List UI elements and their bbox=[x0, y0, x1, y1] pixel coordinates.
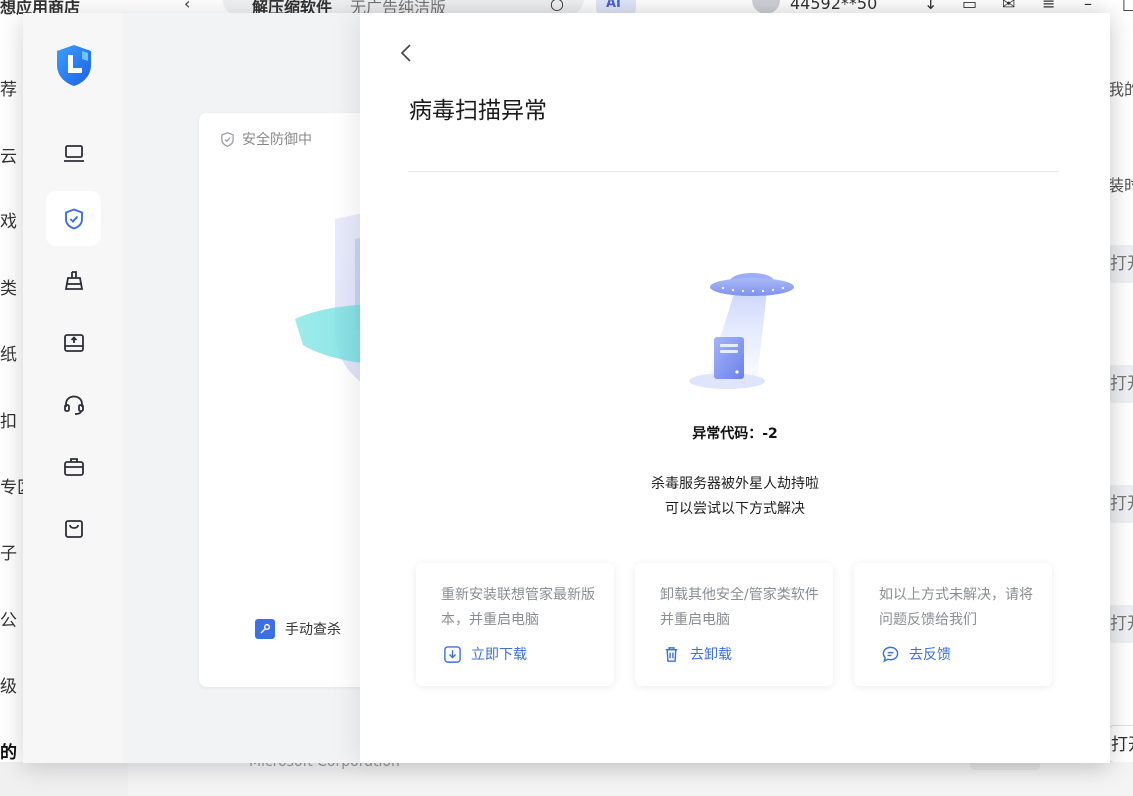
nav-item[interactable]: 公 bbox=[0, 606, 17, 631]
error-code: 异常代码：-2 bbox=[692, 426, 778, 442]
open-button[interactable]: 打开 bbox=[1108, 725, 1133, 763]
trash-icon bbox=[665, 646, 678, 662]
solution-description: 重新安装联想管家最新版本，并重启电脑 bbox=[441, 587, 595, 628]
chevron-left-icon bbox=[400, 44, 411, 62]
sidebar-item-security[interactable] bbox=[46, 191, 101, 246]
download-now-link[interactable]: 立即下载 bbox=[443, 644, 527, 664]
feedback-link[interactable]: 去反馈 bbox=[881, 644, 951, 664]
protection-status: 安全防御中 bbox=[219, 129, 312, 149]
security-sidebar bbox=[23, 13, 123, 763]
nav-item[interactable]: 荐 bbox=[0, 75, 17, 100]
sidebar-item-store[interactable] bbox=[46, 501, 101, 556]
sidebar-item-support[interactable] bbox=[46, 377, 101, 432]
uninstall-link[interactable]: 去卸载 bbox=[662, 644, 732, 664]
lenovo-security-logo bbox=[57, 45, 91, 86]
scan-error-panel: 病毒扫描异常 异常代码：-2 杀毒服务器被外星人劫持啦 可以尝试以下方式解决 重… bbox=[360, 13, 1110, 763]
minimize-icon[interactable]: – bbox=[1084, 0, 1092, 13]
drive-upload-icon bbox=[63, 333, 84, 352]
back-button[interactable] bbox=[396, 41, 416, 65]
solution-card-feedback: 如以上方式未解决，请将问题反馈给我们 去反馈 bbox=[854, 563, 1052, 686]
nav-item[interactable]: 子 bbox=[0, 539, 17, 564]
nav-item[interactable]: 纸 bbox=[0, 340, 17, 365]
nav-item[interactable]: 云 bbox=[0, 142, 17, 167]
shield-check-icon bbox=[64, 207, 83, 230]
sidebar-item-computer[interactable] bbox=[46, 126, 101, 181]
laptop-icon bbox=[63, 144, 84, 162]
avatar[interactable] bbox=[752, 0, 780, 14]
open-button[interactable]: 打开 bbox=[1108, 485, 1133, 523]
protection-status-label: 安全防御中 bbox=[242, 132, 312, 148]
headset-icon bbox=[63, 395, 84, 415]
manual-scan-button[interactable]: 手动查杀 bbox=[255, 619, 341, 639]
chat-icon bbox=[882, 646, 899, 663]
bottom-strip bbox=[0, 762, 1133, 796]
app-store-right-column: 我的 装时 打开 打开 打开 打开 打开 bbox=[1108, 60, 1133, 763]
bag-icon bbox=[64, 519, 83, 538]
nav-item-active[interactable]: 的 bbox=[0, 738, 17, 763]
feedback-label: 去反馈 bbox=[909, 647, 951, 663]
open-button[interactable]: 打开 bbox=[1108, 605, 1133, 643]
back-icon[interactable]: ‹ bbox=[184, 0, 190, 13]
nav-item[interactable]: 级 bbox=[0, 672, 17, 697]
shield-check-icon bbox=[221, 131, 234, 147]
open-button[interactable]: 打开 bbox=[1108, 245, 1133, 283]
menu-icon[interactable]: ≡ bbox=[1042, 0, 1055, 13]
username[interactable]: 44592**50 bbox=[790, 0, 877, 13]
uninstall-label: 去卸载 bbox=[690, 647, 732, 663]
wrench-icon bbox=[255, 619, 275, 639]
mail-icon[interactable]: ✉ bbox=[1002, 0, 1015, 13]
solution-card-reinstall: 重新安装联想管家最新版本，并重启电脑 立即下载 bbox=[416, 563, 614, 686]
error-message: 杀毒服务器被外星人劫持啦 bbox=[651, 476, 819, 492]
nav-item[interactable]: 戏 bbox=[0, 207, 17, 232]
document-icon[interactable]: ▭ bbox=[962, 0, 977, 13]
divider bbox=[408, 171, 1059, 172]
page-title: 病毒扫描异常 bbox=[409, 98, 547, 124]
download-icon[interactable]: ↓ bbox=[924, 0, 937, 13]
solution-card-uninstall: 卸载其他安全/管家类软件并重启电脑 去卸载 bbox=[635, 563, 833, 686]
toolbox-icon bbox=[63, 457, 84, 476]
install-time-label: 装时 bbox=[1108, 176, 1133, 195]
download-icon bbox=[444, 645, 461, 663]
error-hint: 可以尝试以下方式解决 bbox=[665, 501, 805, 517]
nav-item[interactable]: 类 bbox=[0, 274, 17, 299]
bottom-left-panel bbox=[0, 762, 128, 796]
search-icon[interactable]: ○ bbox=[550, 0, 564, 13]
sidebar-item-drivers[interactable] bbox=[46, 315, 101, 370]
ufo-server-illustration bbox=[689, 273, 794, 389]
solution-description: 如以上方式未解决，请将问题反馈给我们 bbox=[879, 587, 1033, 628]
solution-description: 卸载其他安全/管家类软件并重启电脑 bbox=[660, 587, 819, 628]
bottom-button[interactable] bbox=[970, 762, 1040, 770]
manual-scan-label: 手动查杀 bbox=[285, 622, 341, 638]
ai-badge-label: AI bbox=[606, 0, 621, 11]
open-button[interactable]: 打开 bbox=[1108, 365, 1133, 403]
download-now-label: 立即下载 bbox=[471, 647, 527, 663]
sidebar-item-toolbox[interactable] bbox=[46, 439, 101, 494]
broom-icon bbox=[64, 270, 83, 290]
nav-item[interactable]: 扣 bbox=[0, 407, 17, 432]
sidebar-item-cleanup[interactable] bbox=[46, 253, 101, 308]
maximize-icon[interactable]: □ bbox=[1122, 0, 1133, 13]
my-apps-label[interactable]: 我的 bbox=[1108, 76, 1133, 100]
